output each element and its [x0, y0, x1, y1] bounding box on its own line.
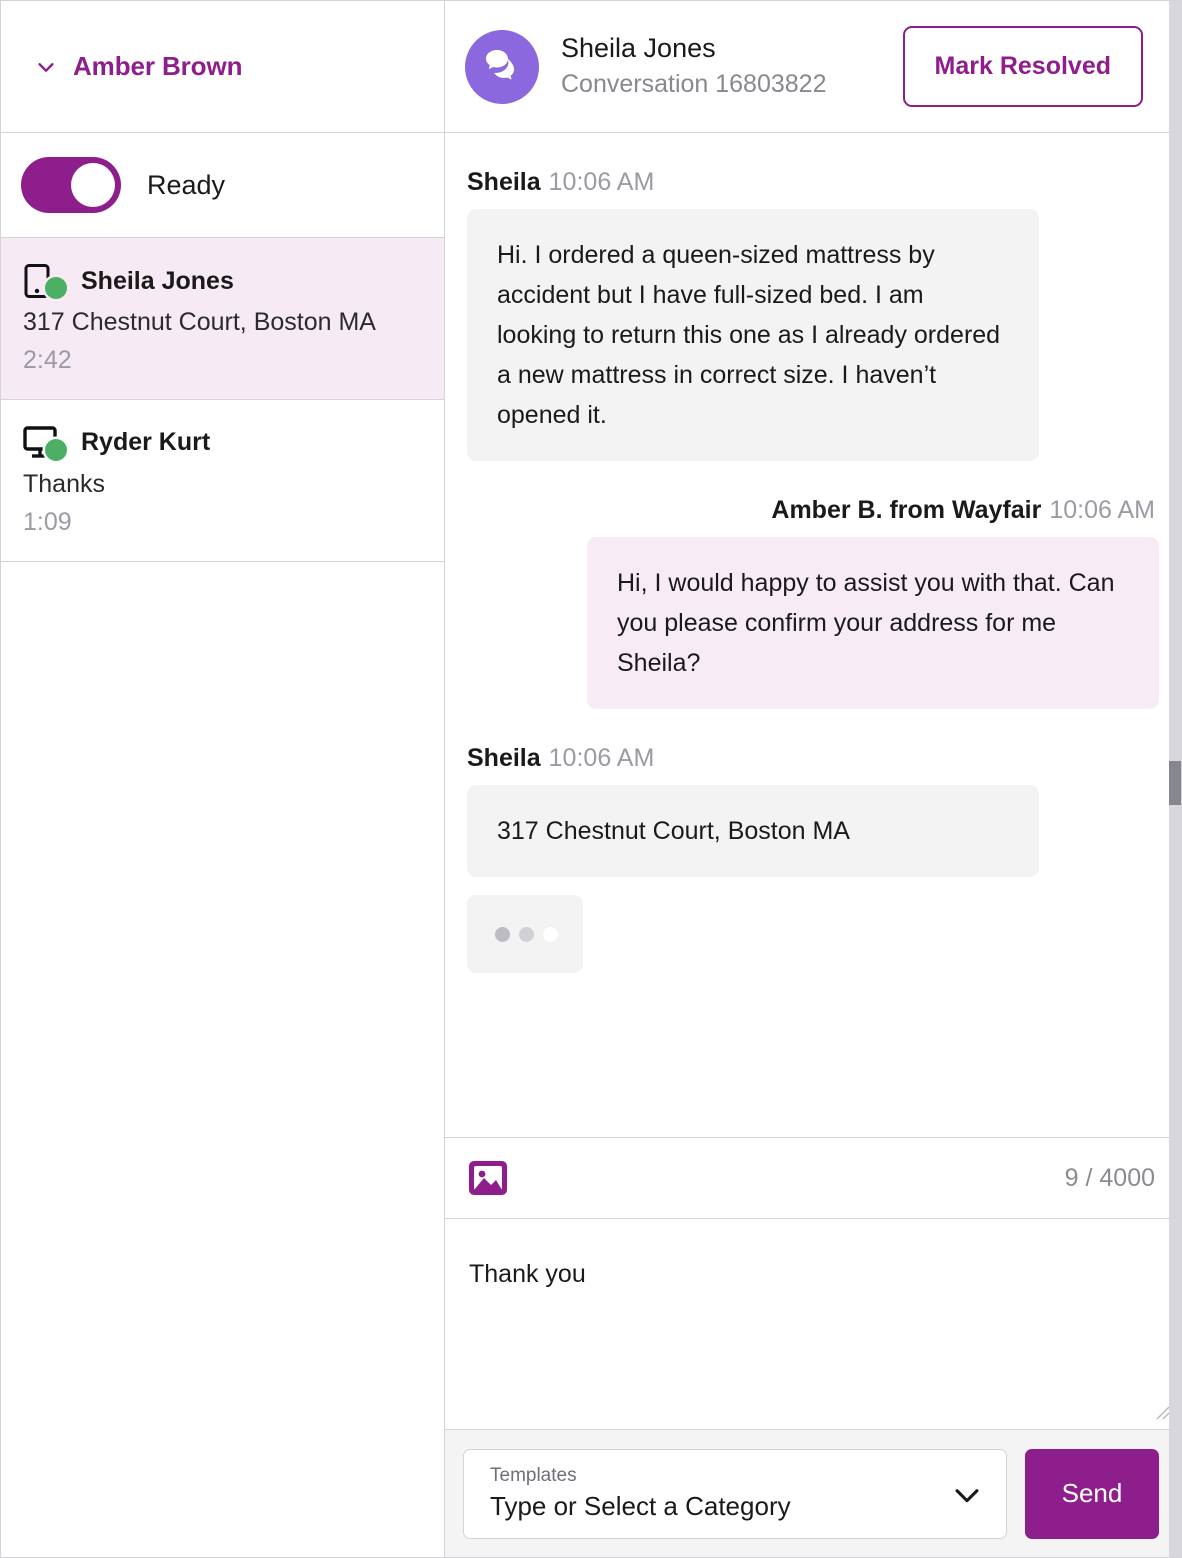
- chat-workspace: Amber Brown Ready Sheila Jones 317 Chest…: [0, 0, 1182, 1558]
- avatar: [465, 29, 539, 104]
- conversation-item-header: Ryder Kurt: [23, 426, 422, 461]
- agent-name: Amber Brown: [73, 51, 243, 81]
- send-button[interactable]: Send: [1025, 1448, 1159, 1539]
- mobile-phone-icon: [23, 264, 69, 299]
- message-group: Sheila 10:06 AM 317 Chestnut Court, Bosto…: [467, 743, 1159, 973]
- sidebar: Amber Brown Ready Sheila Jones 317 Chest…: [1, 1, 445, 1557]
- ready-status-toggle[interactable]: [21, 157, 121, 213]
- message-list: Sheila 10:06 AM Hi. I ordered a queen-siz…: [445, 133, 1181, 1137]
- customer-name: Sheila Jones: [561, 32, 716, 63]
- character-counter: 9 / 4000: [1064, 1163, 1155, 1192]
- templates-value: Type or Select a Category: [490, 1491, 791, 1521]
- conversation-list-item-sheila-jones[interactable]: Sheila Jones 317 Chestnut Court, Boston …: [1, 238, 444, 400]
- conversation-list-item-ryder-kurt[interactable]: Ryder Kurt Thanks 1:09: [1, 399, 444, 562]
- compose-toolbar: 9 / 4000: [445, 1137, 1181, 1219]
- conversation-panel: Sheila Jones Conversation 16803822 Mark …: [445, 1, 1181, 1557]
- agent-header: Amber Brown: [1, 1, 444, 133]
- presence-dot: [45, 438, 67, 461]
- conversation-item-time: 2:42: [23, 345, 72, 374]
- templates-select[interactable]: Templates Type or Select a Category: [463, 1448, 1007, 1539]
- chat-bubbles-icon: [480, 42, 524, 91]
- conversation-item-header: Sheila Jones: [23, 264, 422, 299]
- conversation-item-time: 1:09: [23, 507, 72, 536]
- status-label: Ready: [147, 169, 226, 200]
- typing-dot: [519, 926, 534, 942]
- conversation-list: Sheila Jones 317 Chestnut Court, Boston …: [1, 238, 444, 1557]
- typing-indicator: [467, 895, 583, 973]
- templates-texts: Templates Type or Select a Category: [490, 1465, 938, 1524]
- chevron-down-icon: [35, 56, 57, 78]
- message-group: Sheila 10:06 AM Hi. I ordered a queen-siz…: [467, 167, 1159, 461]
- message-input-wrapper: [445, 1219, 1181, 1429]
- scrollbar-track[interactable]: [1169, 1, 1181, 1557]
- scrollbar-thumb[interactable]: [1169, 761, 1181, 805]
- conversation-item-preview: 317 Chestnut Court, Boston MA: [23, 308, 376, 336]
- conversation-item-name: Sheila Jones: [81, 266, 234, 295]
- image-icon[interactable]: [467, 1157, 509, 1199]
- message-input[interactable]: [445, 1219, 1181, 1429]
- message-bubble: 317 Chestnut Court, Boston MA: [467, 785, 1039, 877]
- message-author: Sheila: [467, 744, 541, 772]
- message-meta: Sheila 10:06 AM: [467, 743, 1159, 773]
- conversation-header-text: Sheila Jones Conversation 16803822: [561, 32, 903, 102]
- chevron-down-icon[interactable]: [950, 1478, 984, 1512]
- desktop-monitor-icon: [23, 426, 69, 461]
- presence-dot: [45, 277, 67, 299]
- message-meta: Amber B. from Wayfair 10:06 AM: [467, 495, 1159, 525]
- conversation-item-preview: Thanks: [23, 469, 105, 498]
- agent-menu-toggle[interactable]: Amber Brown: [35, 51, 242, 82]
- message-timestamp: 10:06 AM: [548, 168, 655, 196]
- message-bubble: Hi. I ordered a queen-sized mattress by …: [467, 209, 1039, 461]
- templates-label: Templates: [490, 1465, 577, 1487]
- message-author: Sheila: [467, 168, 541, 196]
- mark-resolved-button[interactable]: Mark Resolved: [902, 26, 1143, 107]
- message-timestamp: 10:06 AM: [548, 744, 655, 772]
- message-group: Amber B. from Wayfair 10:06 AM Hi, I woul…: [467, 495, 1159, 709]
- conversation-item-name: Ryder Kurt: [81, 428, 211, 457]
- compose-footer: Templates Type or Select a Category Send: [445, 1429, 1181, 1557]
- typing-dot: [495, 926, 510, 942]
- message-timestamp: 10:06 AM: [1049, 496, 1155, 524]
- message-bubble: Hi, I would happy to assist you with tha…: [587, 537, 1159, 709]
- message-author: Amber B. from Wayfair: [771, 496, 1042, 524]
- message-meta: Sheila 10:06 AM: [467, 167, 1159, 197]
- typing-dot: [543, 926, 558, 942]
- agent-status-row: Ready: [1, 133, 444, 238]
- conversation-id-label: Conversation 16803822: [561, 69, 827, 98]
- conversation-header: Sheila Jones Conversation 16803822 Mark …: [445, 1, 1181, 133]
- toggle-knob: [71, 163, 115, 207]
